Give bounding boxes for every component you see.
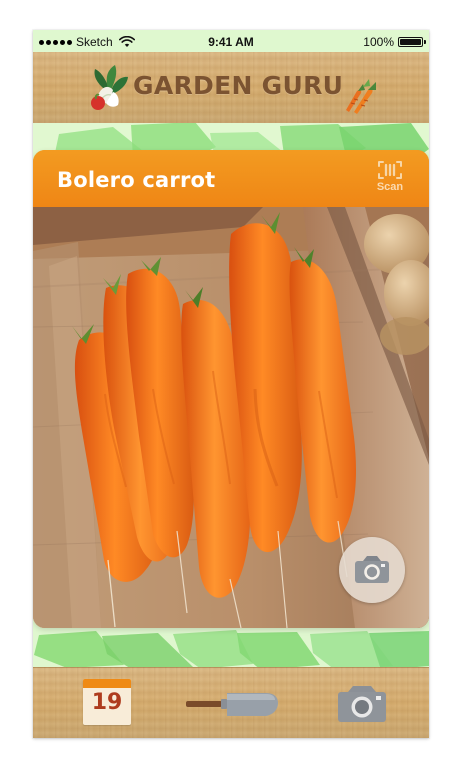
camera-icon bbox=[355, 556, 389, 583]
carrot-photo bbox=[33, 207, 429, 628]
app-title: GARDEN GURU bbox=[133, 71, 344, 100]
garden-guru-screen: Sketch 9:41 AM 100% GARDEN GURU Bolero c… bbox=[33, 30, 429, 738]
calendar-button[interactable]: 19 bbox=[83, 679, 131, 725]
plant-name: Bolero carrot bbox=[57, 168, 216, 192]
card-header: Bolero carrot Scan bbox=[33, 150, 429, 208]
calendar-icon bbox=[83, 679, 131, 688]
battery-icon bbox=[398, 37, 426, 47]
carrot-icon bbox=[346, 79, 376, 114]
garden-trowel-icon[interactable] bbox=[184, 686, 279, 720]
app-logo: GARDEN GURU bbox=[87, 63, 377, 114]
scan-label: Scan bbox=[376, 181, 404, 193]
vegetable-bundle-icon bbox=[91, 65, 128, 110]
plant-card: Bolero carrot Scan bbox=[33, 150, 429, 628]
status-bar: Sketch 9:41 AM 100% bbox=[33, 30, 429, 52]
camera-tab-icon[interactable] bbox=[336, 684, 388, 724]
bottom-navigation: 19 bbox=[33, 667, 429, 738]
status-right: 100% bbox=[363, 35, 426, 49]
app-header: GARDEN GURU bbox=[33, 52, 429, 123]
scan-button[interactable]: Scan bbox=[372, 160, 408, 198]
calendar-day: 19 bbox=[91, 690, 123, 715]
capture-photo-button[interactable] bbox=[339, 537, 405, 603]
battery-percent: 100% bbox=[363, 35, 394, 49]
barcode-scan-icon bbox=[378, 161, 402, 179]
